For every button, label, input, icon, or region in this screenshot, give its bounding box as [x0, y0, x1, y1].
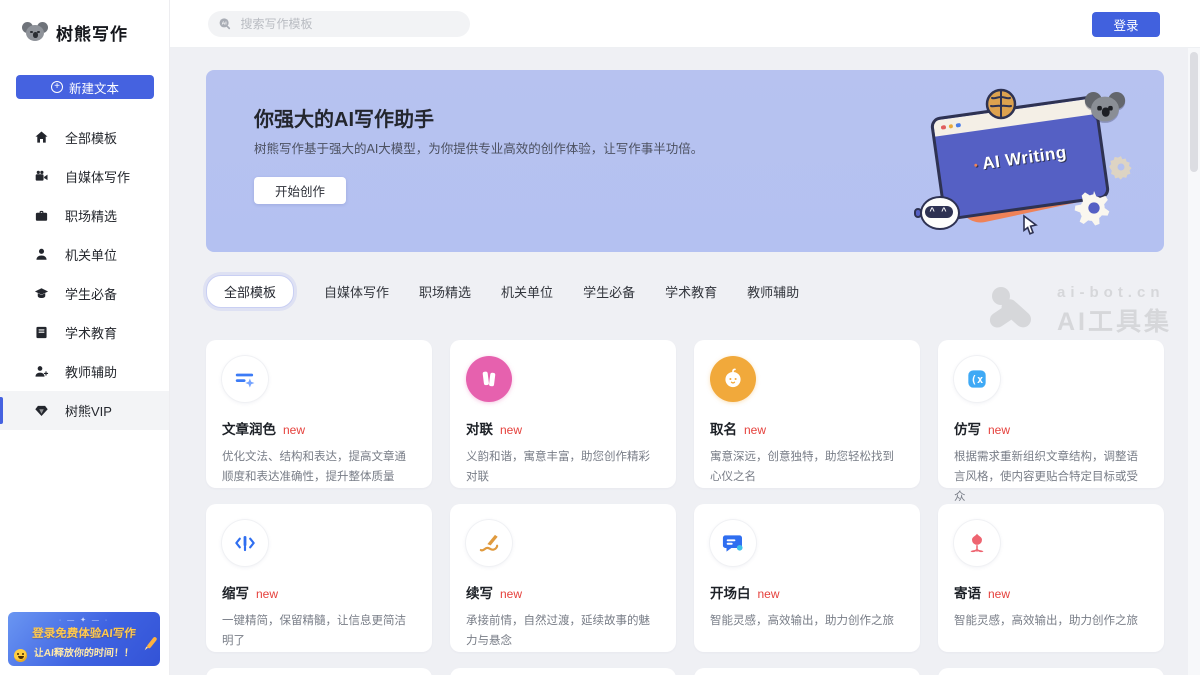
app-title: 树熊写作	[56, 20, 128, 45]
koala-logo-icon	[22, 22, 48, 44]
sidebar-item-student[interactable]: 学生必备	[0, 274, 169, 313]
small-gear-icon	[1108, 154, 1134, 180]
login-button[interactable]: 登录	[1092, 12, 1160, 37]
sidebar-item-academic[interactable]: 学术教育	[0, 313, 169, 352]
robot-icon	[920, 196, 960, 230]
sidebar: 树熊写作 + 新建文本 全部模板 自媒体写作 职场精选 机关单位 学生必备 学术…	[0, 0, 170, 675]
svg-text:AI: AI	[222, 21, 228, 27]
card-shell[interactable]	[694, 668, 920, 675]
sidebar-item-teacher[interactable]: 教师辅助	[0, 352, 169, 391]
scrollbar[interactable]	[1188, 48, 1200, 675]
tab-all-templates[interactable]: 全部模板	[206, 275, 294, 308]
tab-academic[interactable]: 学术教育	[665, 282, 717, 301]
chat-bubble-icon	[710, 520, 756, 566]
hero-banner: 你强大的AI写作助手 树熊写作基于强大的AI大模型，为你提供专业高效的创作体验，…	[206, 70, 1164, 252]
gem-icon	[34, 403, 49, 418]
card-article-polish[interactable]: 文章润色 new 优化文法、结构和表达，提高文章通顺度和表达准确性，提升整体质量	[206, 340, 432, 488]
window-dot-red	[941, 125, 946, 130]
svg-text:(x: (x	[971, 374, 983, 386]
tab-student[interactable]: 学生必备	[583, 282, 635, 301]
rewrite-icon: (x	[954, 356, 1000, 402]
sidebar-item-workplace[interactable]: 职场精选	[0, 196, 169, 235]
tab-workplace[interactable]: 职场精选	[419, 282, 471, 301]
new-doc-label: 新建文本	[69, 78, 119, 97]
start-writing-button[interactable]: 开始创作	[254, 177, 346, 204]
teacher-icon	[34, 364, 49, 379]
window-dot-yellow	[948, 124, 953, 129]
sidebar-menu: 全部模板 自媒体写作 职场精选 机关单位 学生必备 学术教育 教师辅助 树熊V	[0, 118, 169, 430]
new-badge: new	[256, 587, 278, 601]
cursor-icon	[1020, 214, 1040, 236]
sidebar-item-media-writing[interactable]: 自媒体写作	[0, 157, 169, 196]
new-badge: new	[988, 587, 1010, 601]
card-message[interactable]: 寄语 new 智能灵感，高效输出，助力创作之旅	[938, 504, 1164, 652]
book-icon	[34, 325, 49, 340]
card-imitate[interactable]: (x 仿写 new 根据需求重新组织文章结构，调整语言风格，使内容更贴合特定目标…	[938, 340, 1164, 488]
ai-search-icon: AI	[218, 16, 233, 32]
card-shell[interactable]	[450, 668, 676, 675]
search-input[interactable]	[241, 17, 460, 31]
compress-pen-icon	[222, 520, 268, 566]
card-naming[interactable]: 取名 new 寓意深远，创意独特，助您轻松找到心仪之名	[694, 340, 920, 488]
briefcase-icon	[34, 208, 49, 223]
sidebar-item-all-templates[interactable]: 全部模板	[0, 118, 169, 157]
app-logo: 树熊写作	[0, 0, 169, 45]
promo-decoration: · — ✦ — ·	[8, 616, 160, 624]
home-icon	[34, 130, 49, 145]
new-badge: new	[500, 587, 522, 601]
new-doc-button[interactable]: + 新建文本	[16, 75, 154, 99]
card-shell[interactable]	[938, 668, 1164, 675]
tulip-icon	[954, 520, 1000, 566]
sidebar-item-vip[interactable]: 树熊VIP	[0, 391, 169, 430]
search-bar[interactable]: AI	[208, 11, 470, 37]
topbar: AI 登录	[170, 0, 1200, 48]
scrollbar-thumb[interactable]	[1190, 52, 1198, 172]
squiggle-pen-icon	[466, 520, 512, 566]
promo-line1: 登录免费体验AI写作	[8, 625, 160, 641]
hero-illustration: AI Writing	[926, 88, 1136, 238]
couplet-icon	[466, 356, 512, 402]
tab-teacher[interactable]: 教师辅助	[747, 282, 799, 301]
gear-icon	[1074, 188, 1114, 228]
brain-icon	[984, 88, 1018, 120]
koala-head-icon	[1085, 92, 1125, 126]
card-couplet[interactable]: 对联 new 义韵和谐，寓意丰富，助您创作精彩对联	[450, 340, 676, 488]
sidebar-item-institution[interactable]: 机关单位	[0, 235, 169, 274]
baby-face-icon	[710, 356, 756, 402]
plus-circle-icon: +	[51, 81, 63, 93]
tab-media-writing[interactable]: 自媒体写作	[324, 282, 389, 301]
smiley-emoji-icon	[14, 649, 27, 662]
card-shell[interactable]	[206, 668, 432, 675]
video-camera-icon	[34, 169, 49, 184]
hero-title: 你强大的AI写作助手	[254, 103, 434, 132]
new-badge: new	[758, 587, 780, 601]
new-badge: new	[988, 423, 1010, 437]
template-grid: 文章润色 new 优化文法、结构和表达，提高文章通顺度和表达准确性，提升整体质量…	[206, 340, 1164, 675]
ai-writing-label: AI Writing	[939, 138, 1102, 180]
card-abbreviate[interactable]: 缩写 new 一键精简，保留精髓，让信息更简洁明了	[206, 504, 432, 652]
promo-line2: 让AI释放你的时间！！	[8, 644, 160, 659]
new-badge: new	[744, 423, 766, 437]
graduation-cap-icon	[34, 286, 49, 301]
polish-icon	[222, 356, 268, 402]
new-badge: new	[283, 423, 305, 437]
hero-subtitle: 树熊写作基于强大的AI大模型，为你提供专业高效的创作体验，让写作事半功倍。	[254, 138, 703, 157]
window-dot-blue	[956, 123, 961, 128]
card-continue[interactable]: 续写 new 承接前情，自然过渡，延续故事的魅力与悬念	[450, 504, 676, 652]
person-icon	[34, 247, 49, 262]
watermark-name: AI工具集	[1057, 302, 1172, 338]
template-tabs: 全部模板 自媒体写作 职场精选 机关单位 学生必备 学术教育 教师辅助	[206, 276, 1164, 306]
login-promo-banner[interactable]: · — ✦ — · 登录免费体验AI写作 让AI释放你的时间！！	[8, 612, 160, 666]
main-content: 你强大的AI写作助手 树熊写作基于强大的AI大模型，为你提供专业高效的创作体验，…	[170, 48, 1200, 675]
card-opening[interactable]: 开场白 new 智能灵感，高效输出，助力创作之旅	[694, 504, 920, 652]
tab-institution[interactable]: 机关单位	[501, 282, 553, 301]
new-badge: new	[500, 423, 522, 437]
